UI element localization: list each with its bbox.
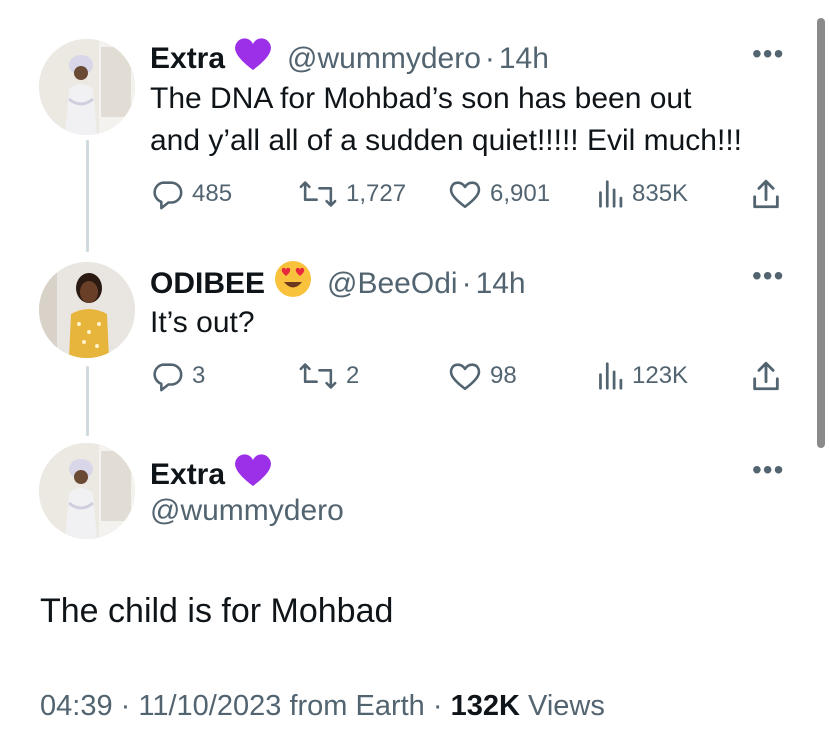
scrollbar[interactable]	[817, 18, 825, 448]
reply-count: 485	[192, 180, 233, 207]
more-icon[interactable]: •••	[752, 262, 784, 290]
action-bar: 485 1,727 6,901 835K	[150, 174, 785, 214]
share-icon	[750, 359, 782, 393]
timestamp[interactable]: 14h	[476, 266, 526, 302]
heart-eyes-emoji-icon	[273, 259, 313, 308]
handle[interactable]: @wummydero	[150, 494, 344, 528]
retweet-button[interactable]: 1,727	[298, 174, 406, 214]
reply-button[interactable]: 485	[150, 174, 232, 214]
avatar[interactable]	[39, 262, 135, 358]
views-total[interactable]: 132K	[451, 690, 520, 722]
display-name[interactable]: Extra	[150, 457, 225, 493]
retweet-icon	[298, 178, 338, 210]
separator-dot: ·	[432, 690, 443, 722]
separator-dot: ·	[484, 41, 495, 75]
like-icon	[448, 178, 482, 210]
retweet-count: 1,727	[346, 180, 407, 207]
like-button[interactable]: 6,901	[448, 174, 550, 214]
views-label: Views	[528, 690, 605, 722]
action-bar: 3 2 98 123K	[150, 356, 785, 396]
views-icon	[596, 361, 624, 391]
tweet-time[interactable]: 04:39	[40, 690, 113, 722]
reply-icon	[150, 177, 184, 211]
purple-heart-icon	[233, 452, 273, 497]
avatar[interactable]	[39, 39, 135, 135]
like-icon	[448, 360, 482, 392]
purple-heart-icon	[233, 36, 273, 81]
tweet-text: The child is for Mohbad	[40, 592, 394, 630]
more-icon[interactable]: •••	[752, 456, 784, 484]
display-name[interactable]: Extra	[150, 41, 225, 77]
timestamp[interactable]: 14h	[499, 41, 549, 77]
tweet-text-line: and y’all all of a sudden quiet!!!!! Evi…	[150, 124, 742, 157]
like-button[interactable]: 98	[448, 356, 517, 396]
separator-dot: ·	[461, 266, 472, 300]
share-icon	[750, 177, 782, 211]
views-icon	[596, 179, 624, 209]
views-count: 123K	[632, 362, 689, 389]
tweet-header: Extra @wummydero · 14h	[150, 36, 549, 81]
separator-dot: ·	[120, 690, 131, 722]
tweet-source: from Earth	[289, 690, 425, 722]
like-count: 6,901	[490, 180, 551, 207]
retweet-icon	[298, 360, 338, 392]
like-count: 98	[490, 362, 517, 389]
tweet-text-line: The DNA for Mohbad’s son has been out	[150, 82, 692, 115]
tweet-text: The DNA for Mohbad’s son has been out an…	[150, 78, 742, 162]
avatar[interactable]	[39, 443, 135, 539]
more-icon[interactable]: •••	[752, 40, 784, 68]
display-name[interactable]: ODIBEE	[150, 266, 265, 302]
share-button[interactable]	[750, 356, 782, 396]
tweet-header: Extra	[150, 452, 287, 497]
views-button[interactable]: 835K	[596, 174, 688, 214]
share-button[interactable]	[750, 174, 782, 214]
reply-button[interactable]: 3	[150, 356, 205, 396]
retweet-count: 2	[346, 362, 360, 389]
views-count: 835K	[632, 180, 689, 207]
handle[interactable]: @BeeOdi	[327, 266, 458, 302]
tweet-text-line: It’s out?	[150, 306, 255, 339]
views-button[interactable]: 123K	[596, 356, 688, 396]
thread-line	[86, 140, 89, 252]
tweet-text: It’s out?	[150, 302, 255, 344]
reply-icon	[150, 359, 184, 393]
retweet-button[interactable]: 2	[298, 356, 359, 396]
reply-count: 3	[192, 362, 206, 389]
tweet-header: ODIBEE @BeeOdi · 14h	[150, 259, 526, 308]
handle[interactable]: @wummydero	[287, 41, 481, 77]
thread-line	[86, 366, 89, 436]
tweet-date[interactable]: 11/10/2023	[138, 690, 281, 722]
tweet-meta: 04:39 · 11/10/2023 from Earth · 132K Vie…	[40, 690, 605, 723]
